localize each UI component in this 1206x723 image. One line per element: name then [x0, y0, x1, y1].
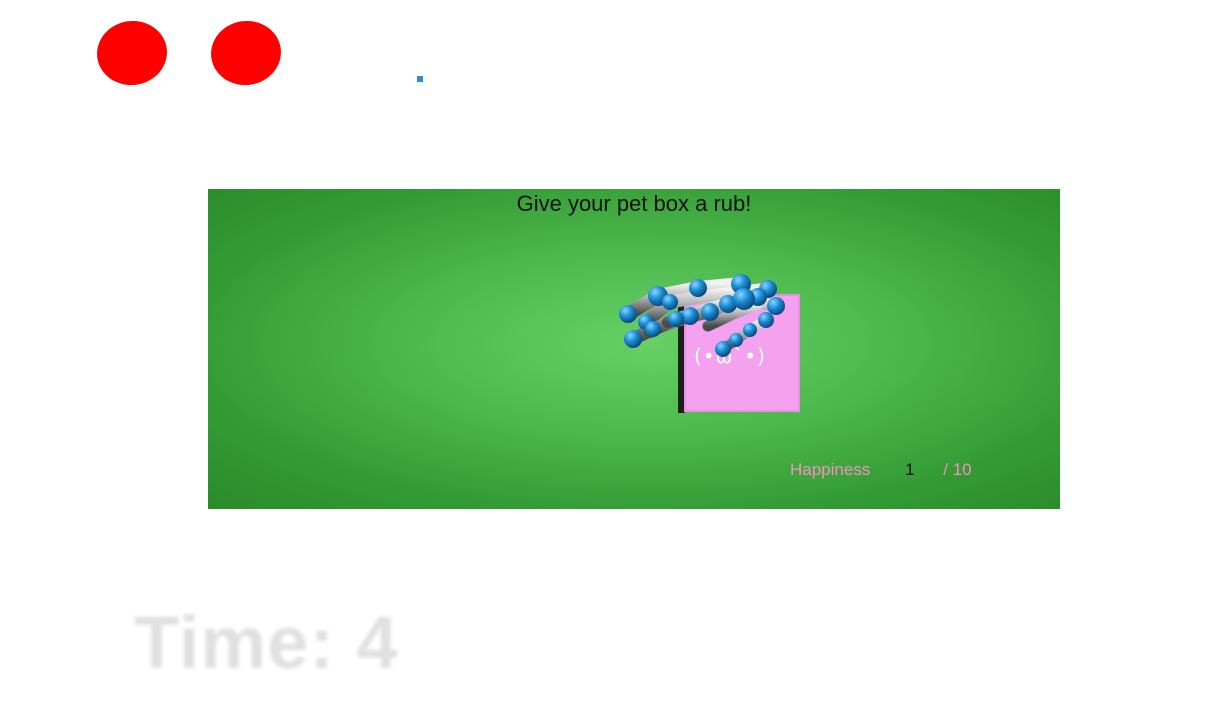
left-indicator-dot [92, 16, 172, 90]
happiness-max: / 10 [943, 460, 972, 479]
happiness-label: Happiness [790, 460, 871, 479]
hand-skeleton-icon [619, 274, 785, 357]
instruction-text: Give your pet box a rub! [516, 191, 752, 216]
tracker-marker [417, 76, 423, 82]
game-canvas[interactable]: Give your pet box a rub! (•ω`•) Happines… [208, 189, 1060, 509]
right-indicator-dot [206, 16, 286, 90]
happiness-value: 1 [905, 460, 915, 479]
happiness-counter: Happiness 1 / 10 [790, 460, 972, 480]
timer-text: Time: 4 [134, 601, 399, 684]
